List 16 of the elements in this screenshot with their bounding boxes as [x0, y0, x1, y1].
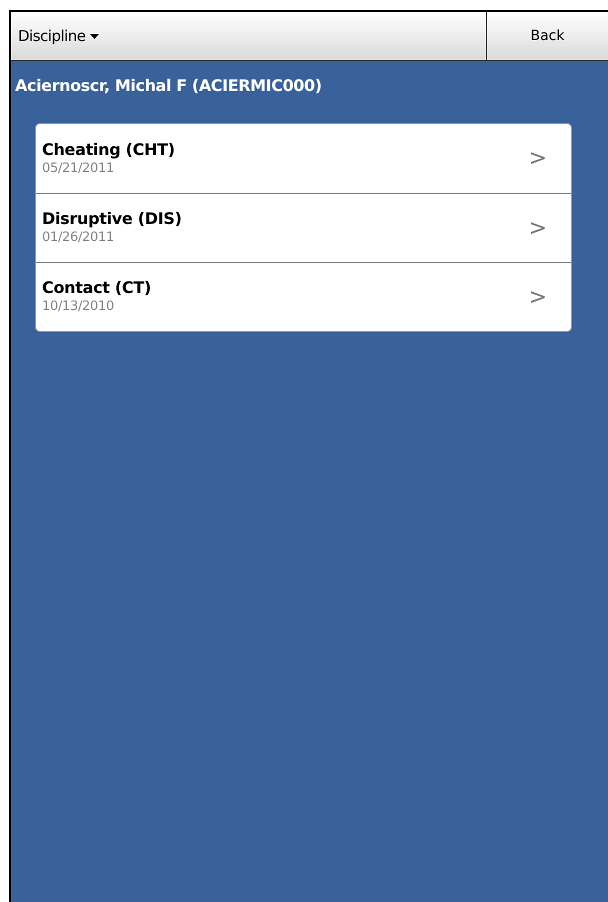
student-name: Aciernoscr, Michal F (ACIERMIC000): [15, 75, 322, 97]
incident-item[interactable]: Contact (CT) 10/13/2010 >: [36, 262, 571, 331]
caret-icon: [90, 34, 99, 38]
chevron: >: [528, 145, 547, 173]
back-button[interactable]: Back: [486, 12, 608, 60]
incident-title: Cheating (CHT): [42, 140, 175, 160]
incident-item[interactable]: Cheating (CHT) 05/21/2011 >: [36, 124, 571, 193]
discipline-menu-button[interactable]: Discipline: [11, 12, 486, 60]
incident-title: Disruptive (DIS): [42, 209, 182, 229]
incident-title: Contact (CT): [42, 278, 151, 298]
incident-date: 10/13/2010: [42, 298, 114, 316]
chevron: >: [528, 284, 547, 312]
incident-date: 05/21/2011: [42, 160, 114, 178]
incident-date: 01/26/2011: [42, 229, 114, 247]
incident-item[interactable]: Disruptive (DIS) 01/26/2011 >: [36, 193, 571, 262]
chevron: >: [528, 214, 547, 242]
